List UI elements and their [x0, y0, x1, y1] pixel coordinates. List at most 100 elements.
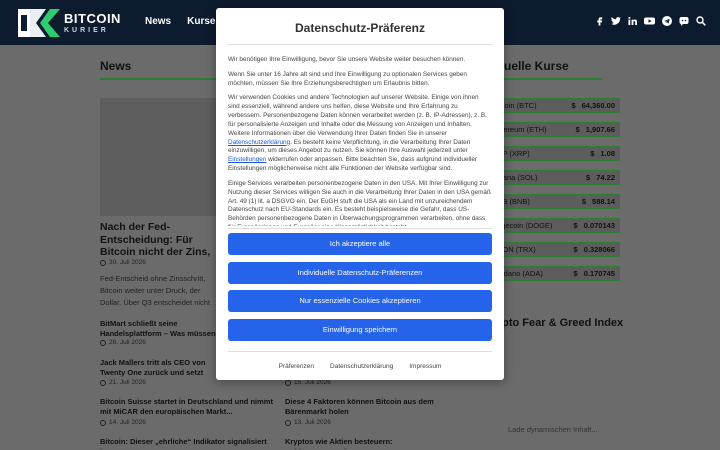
coin-price-value: 1,907.66	[585, 125, 615, 134]
coin-price: $74.22	[586, 173, 615, 182]
consent-paragraph: Einige Services verarbeiten personenbezo…	[228, 179, 491, 226]
discord-icon[interactable]	[679, 16, 689, 26]
privacy-policy-footer-link[interactable]: Datenschutzerklärung	[330, 363, 393, 370]
site-logo[interactable]: BITCOIN KURIER	[16, 7, 121, 39]
price-row[interactable]: ogecoin (DOGE) $0.070143	[496, 218, 620, 233]
price-row[interactable]: ardano (ADA) $0.170745	[496, 266, 620, 281]
news-item-title[interactable]: BitMart schließt seine Handelsplattform …	[100, 319, 216, 339]
privacy-policy-link[interactable]: Datenschutzerklärung	[228, 139, 290, 146]
clock-icon	[285, 419, 291, 426]
price-row[interactable]: itcoin (BTC) $64,360.00	[496, 98, 620, 113]
search-icon[interactable]	[696, 16, 706, 26]
currency-symbol: $	[586, 173, 591, 182]
news-item-date: 13. Juli 2026	[285, 419, 331, 426]
prices-underline	[500, 78, 602, 80]
preferences-link[interactable]: Präferenzen	[279, 363, 314, 370]
dialog-footer-links: Präferenzen Datenschutzerklärung Impress…	[216, 363, 504, 370]
consent-paragraph: Wenn Sie unter 16 Jahre alt sind und Ihr…	[228, 70, 467, 87]
news-underline	[100, 78, 220, 80]
consent-text: widerrufen oder anpassen. Bitte beachten…	[228, 156, 478, 173]
news-item-date: 15. Juli 2026	[285, 379, 331, 386]
news-item-date-text: 15. Juli 2026	[294, 379, 331, 386]
news-item-title[interactable]: Diese 4 Faktoren können Bitcoin aus dem …	[285, 397, 435, 417]
bk-logo-icon	[18, 9, 60, 37]
currency-symbol: $	[573, 269, 578, 278]
clock-icon	[100, 259, 106, 266]
currency-symbol: $	[571, 101, 576, 110]
news-item-date-text: 21. Juli 2026	[109, 379, 146, 386]
price-row[interactable]: RP (XRP) $1.08	[496, 146, 620, 161]
dialog-divider	[228, 351, 492, 352]
youtube-icon[interactable]	[644, 16, 655, 26]
prices-section-title: tuelle Kurse	[500, 59, 569, 73]
news-item-date-text: 14. Juli 2026	[109, 419, 146, 426]
privacy-consent-dialog: Datenschutz-Präferenz Wir benötigen Ihre…	[216, 8, 504, 380]
currency-symbol: $	[573, 245, 578, 254]
coin-price-value: 0.170745	[583, 269, 615, 278]
fear-greed-title: ypto Fear & Greed Index	[496, 317, 624, 329]
coin-price: $588.14	[582, 197, 615, 206]
featured-headline[interactable]: Nach der Fed-Entscheidung: Für Bitcoin n…	[100, 221, 218, 259]
coin-price-value: 0.328066	[583, 245, 615, 254]
nav-item-kurse[interactable]: Kurse	[187, 16, 215, 27]
coin-price: $64,360.00	[571, 101, 615, 110]
essential-only-button[interactable]: Nur essenzielle Cookies akzeptieren	[228, 290, 492, 312]
clock-icon	[100, 339, 106, 346]
twitter-icon[interactable]	[611, 16, 621, 26]
consent-paragraph: Wir verwenden Cookies und andere Technol…	[228, 94, 492, 173]
logo-text: BITCOIN KURIER	[64, 12, 121, 34]
telegram-icon[interactable]	[662, 16, 672, 26]
consent-paragraph: Wir benötigen Ihre Einwilligung, bevor S…	[228, 56, 466, 63]
currency-symbol: $	[590, 149, 595, 158]
news-item-date: 26. Juli 2026	[100, 339, 146, 346]
save-consent-button[interactable]: Einwilligung speichern	[228, 319, 492, 341]
coin-price-value: 1.08	[600, 149, 615, 158]
logo-title: BITCOIN	[64, 11, 121, 26]
news-item-title[interactable]: Jack Mallers tritt als CEO von Twenty On…	[100, 358, 216, 378]
price-row[interactable]: NB (BNB) $588.14	[496, 194, 620, 209]
coin-name: thereum (ETH)	[497, 125, 547, 134]
coin-price-value: 0.070143	[583, 221, 615, 230]
dialog-divider	[228, 44, 492, 45]
price-row[interactable]: olana (SOL) $74.22	[496, 170, 620, 185]
news-item-date: 14. Juli 2026	[100, 419, 146, 426]
main-nav: News Kurse	[145, 16, 215, 27]
nav-item-news[interactable]: News	[145, 16, 171, 27]
coin-price: $1,907.66	[576, 125, 615, 134]
dialog-divider	[228, 228, 492, 229]
logo-subtitle: KURIER	[64, 27, 109, 34]
imprint-link[interactable]: Impressum	[409, 363, 441, 370]
coin-price: $0.170745	[574, 269, 615, 278]
currency-symbol: $	[575, 125, 580, 134]
consent-text: Wir verwenden Cookies und andere Technol…	[228, 94, 487, 137]
news-item-date-text: 26. Juli 2026	[109, 339, 146, 346]
coin-price: $0.070143	[574, 221, 615, 230]
settings-link[interactable]: Einstellungen	[228, 156, 266, 163]
price-list: itcoin (BTC) $64,360.00 thereum (ETH) $1,9…	[496, 98, 620, 290]
news-item-title[interactable]: Bitcoin: Dieser „ehrliche“ Indikator sig…	[100, 437, 280, 449]
coin-price-value: 74.22	[596, 173, 615, 182]
coin-price: $0.328066	[574, 245, 615, 254]
clock-icon	[100, 419, 106, 426]
news-item-title[interactable]: Bitcoin Suisse startet in Deutschland un…	[100, 397, 280, 417]
news-item-date: 21. Juli 2026	[100, 379, 146, 386]
coin-price-value: 64,360.00	[581, 101, 615, 110]
news-section-title: News	[100, 59, 132, 73]
news-item-title[interactable]: Kryptos wie Aktien besteuern: Kabinettse…	[285, 437, 455, 449]
social-links	[595, 16, 706, 26]
dialog-title: Datenschutz-Präferenz	[294, 21, 426, 35]
linkedin-icon[interactable]	[628, 16, 637, 26]
consent-text-scroll[interactable]: Wir benötigen Ihre Einwilligung, bevor S…	[228, 56, 492, 226]
accept-all-button[interactable]: Ich akzeptiere alle	[228, 233, 492, 255]
currency-symbol: $	[581, 197, 587, 206]
individual-preferences-button[interactable]: Individuelle Datenschutz-Präferenzen	[228, 262, 492, 284]
loading-text: Lade dynamischen Inhalt...	[508, 425, 598, 434]
coin-price-value: 588.14	[592, 197, 615, 206]
featured-news-image[interactable]	[100, 98, 220, 216]
featured-date-text: 30. Juli 2026	[109, 259, 146, 266]
facebook-icon[interactable]	[595, 16, 604, 26]
news-item-date-text: 13. Juli 2026	[294, 419, 331, 426]
coin-name: ogecoin (DOGE)	[497, 221, 553, 230]
price-row[interactable]: RON (TRX) $0.328066	[496, 242, 620, 257]
price-row[interactable]: thereum (ETH) $1,907.66	[496, 122, 620, 137]
